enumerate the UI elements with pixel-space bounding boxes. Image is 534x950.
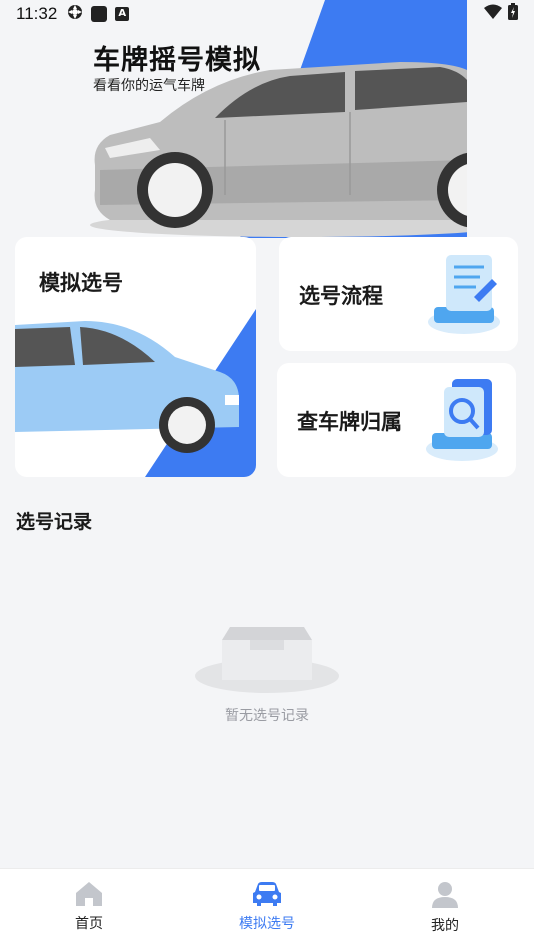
nav-profile-label: 我的: [431, 918, 459, 934]
records-section-title: 选号记录: [16, 511, 93, 533]
home-icon: [76, 882, 102, 906]
hero-car-illustration: [90, 0, 534, 238]
plate-lookup-card[interactable]: 查车牌归属: [277, 363, 516, 477]
bottom-nav: 首页 模拟选号 我的: [0, 868, 534, 950]
simulate-card[interactable]: 模拟选号: [15, 237, 256, 477]
status-bar: 11:32 A: [0, 0, 534, 28]
hero-subtitle: 看看你的运气车牌: [93, 78, 205, 94]
nav-simulate[interactable]: 模拟选号: [178, 869, 356, 950]
flow-card-label: 选号流程: [299, 284, 383, 308]
hero-title: 车牌摇号模拟: [93, 45, 261, 76]
a-icon: A: [115, 7, 130, 21]
document-icon: [428, 255, 500, 334]
nav-simulate-label: 模拟选号: [239, 916, 295, 932]
nav-profile[interactable]: 我的: [356, 869, 534, 950]
user-icon: [432, 882, 458, 908]
flow-card[interactable]: 选号流程: [279, 237, 518, 351]
empty-records-text: 暂无选号记录: [225, 708, 309, 724]
status-time: 11:32: [16, 4, 58, 23]
nav-home-label: 首页: [75, 916, 103, 932]
battery-icon: [508, 3, 518, 25]
app-square-icon: [91, 6, 108, 22]
magnifier-document-icon: [426, 379, 498, 461]
hero-banner: 车牌摇号模拟 看看你的运气车牌: [0, 0, 534, 238]
simulate-card-label: 模拟选号: [39, 271, 123, 295]
settings-icon: [67, 4, 83, 25]
nav-home[interactable]: 首页: [0, 869, 178, 950]
car-icon: [253, 882, 281, 906]
plate-lookup-card-label: 查车牌归属: [297, 410, 402, 434]
wifi-icon: [484, 4, 502, 25]
empty-box-icon: [195, 627, 339, 693]
